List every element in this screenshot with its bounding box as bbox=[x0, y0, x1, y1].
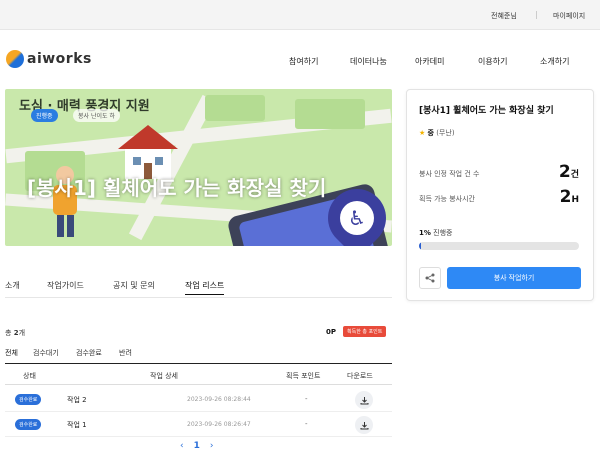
download-button[interactable] bbox=[355, 416, 373, 434]
nav-about[interactable]: 소개하기 bbox=[540, 56, 569, 67]
project-banner: 도심 · 매력 풍경지 지원 진행중 봉사 난이도 하 ♿ [봉사1] 휠체어도… bbox=[5, 89, 392, 246]
status-badge: 검수완료 bbox=[15, 394, 42, 405]
points-badge: 획득한 총 포인트 bbox=[343, 326, 387, 337]
total-points: 0P bbox=[326, 328, 337, 336]
nav-data-share[interactable]: 데이터나눔 bbox=[350, 56, 387, 67]
tabs-divider bbox=[5, 297, 392, 298]
share-icon bbox=[425, 273, 435, 283]
filter-approved[interactable]: 검수완료 bbox=[76, 348, 102, 358]
banner-block bbox=[295, 99, 365, 129]
header-points: 획득 포인트 bbox=[286, 372, 321, 380]
pagination: ‹ 1 › bbox=[180, 441, 213, 451]
level-note: (무난) bbox=[436, 129, 455, 137]
table-row[interactable]: 검수완료 작업 2 2023-09-26 08:28:44 - bbox=[5, 388, 392, 412]
filter-all[interactable]: 전체 bbox=[5, 348, 18, 358]
progress-bar bbox=[419, 242, 579, 250]
mypage-link[interactable]: 마이페이지 bbox=[553, 11, 585, 21]
difficulty-level: ★ 중 (무난) bbox=[419, 128, 455, 138]
share-button[interactable] bbox=[419, 267, 441, 289]
filter-rejected[interactable]: 반려 bbox=[119, 348, 132, 358]
apply-volunteer-button[interactable]: 봉사 작업하기 bbox=[447, 267, 581, 289]
user-name[interactable]: 전혜준님 bbox=[491, 11, 517, 21]
download-icon bbox=[360, 396, 368, 404]
page-number[interactable]: 1 bbox=[194, 441, 200, 451]
star-icon: ★ bbox=[419, 129, 426, 137]
site-logo[interactable]: aiworks bbox=[6, 48, 92, 70]
header-status: 상태 bbox=[23, 372, 36, 380]
table-row[interactable]: 검수완료 작업 1 2023-09-26 08:26:47 - bbox=[5, 413, 392, 437]
prev-page-button[interactable]: ‹ bbox=[180, 441, 184, 451]
tab-notice[interactable]: 공지 및 문의 bbox=[113, 280, 155, 291]
download-button[interactable] bbox=[355, 391, 373, 409]
top-bar: 전혜준님 마이페이지 bbox=[0, 0, 600, 30]
nav-participate[interactable]: 참여하기 bbox=[289, 56, 318, 67]
task-point: - bbox=[305, 395, 308, 403]
tab-intro[interactable]: 소개 bbox=[5, 280, 20, 291]
status-badge: 검수완료 bbox=[15, 419, 42, 430]
task-name[interactable]: 작업 1 bbox=[67, 420, 87, 430]
progress-label: 1% 진행중 bbox=[419, 229, 453, 237]
banner-block bbox=[205, 95, 265, 121]
wheelchair-icon: ♿ bbox=[340, 201, 374, 235]
nav-usage[interactable]: 이용하기 bbox=[478, 56, 507, 67]
task-point: - bbox=[305, 420, 308, 428]
content-tabs: 소개 작업가이드 공지 및 문의 작업 리스트 bbox=[5, 280, 392, 296]
task-date: 2023-09-26 08:28:44 bbox=[187, 396, 251, 403]
level-value: 중 bbox=[427, 129, 434, 137]
task-count-value: 2건 bbox=[558, 162, 579, 182]
volunteer-hours-label: 획득 가능 봉사시간 bbox=[419, 195, 475, 203]
banner-title: [봉사1] 휠체어도 가는 화장실 찾기 bbox=[27, 176, 327, 200]
task-name[interactable]: 작업 2 bbox=[67, 395, 87, 405]
download-icon bbox=[360, 421, 368, 429]
next-page-button[interactable]: › bbox=[210, 441, 214, 451]
header-download: 다운로드 bbox=[347, 372, 373, 380]
tab-task-list[interactable]: 작업 리스트 bbox=[185, 280, 225, 295]
project-info-card: [봉사1] 휠체어도 가는 화장실 찾기 ★ 중 (무난) 봉사 인정 작업 건… bbox=[406, 89, 594, 301]
logo-text: aiworks bbox=[27, 51, 92, 67]
top-divider bbox=[536, 11, 537, 19]
logo-mark-icon bbox=[6, 50, 24, 68]
filter-pending[interactable]: 검수대기 bbox=[33, 348, 59, 358]
tab-guide[interactable]: 작업가이드 bbox=[47, 280, 84, 291]
card-title: [봉사1] 휠체어도 가는 화장실 찾기 bbox=[419, 106, 554, 116]
total-count: 총 2개 bbox=[5, 329, 26, 337]
progress-badge: 진행중 bbox=[31, 109, 58, 122]
volunteer-hours-value: 2H bbox=[559, 187, 579, 207]
header-detail: 작업 상세 bbox=[150, 372, 178, 380]
task-count-label: 봉사 인정 작업 건 수 bbox=[419, 170, 480, 178]
nav-academy[interactable]: 아카데미 bbox=[415, 56, 444, 67]
progress-fill bbox=[419, 242, 421, 250]
task-date: 2023-09-26 08:26:47 bbox=[187, 421, 251, 428]
task-table-header: 상태 작업 상세 획득 포인트 다운로드 bbox=[5, 363, 392, 385]
